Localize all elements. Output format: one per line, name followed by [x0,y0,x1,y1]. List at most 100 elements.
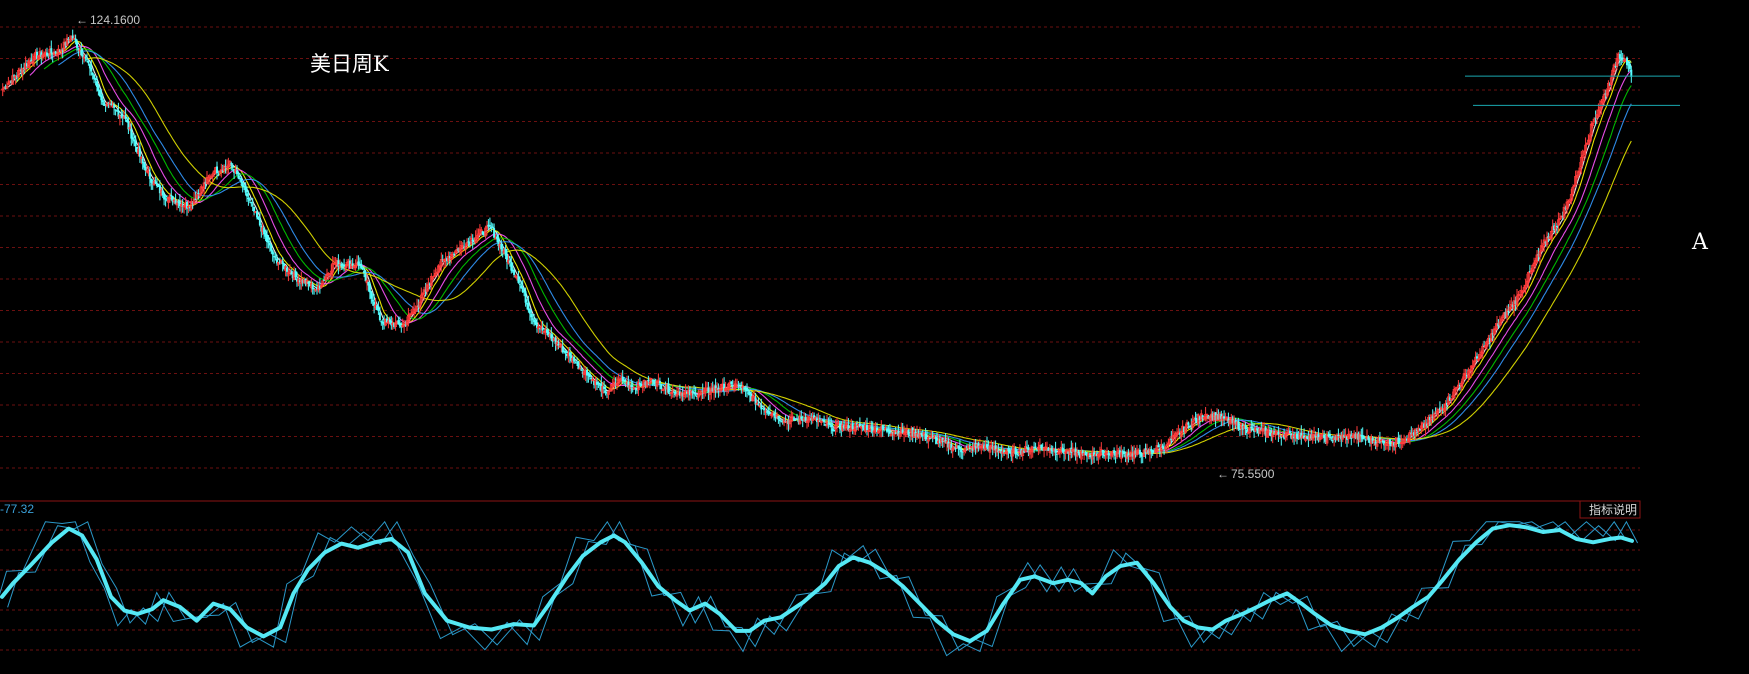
candle-body [833,430,836,431]
candle-body [1084,452,1087,456]
candle-body [1157,445,1160,448]
candle-body [597,383,600,385]
candle-body [534,320,537,325]
candle-body [54,51,57,54]
candle-body [800,416,803,419]
candle-body [851,423,854,430]
candle-body [763,408,766,411]
candle-body [531,318,534,320]
candle-body [194,199,197,201]
candle-body [124,115,127,119]
candle-body [377,308,380,311]
candle-body [1277,432,1280,435]
candle-body [50,48,53,54]
candle-body [286,267,288,272]
candle-body [730,381,733,385]
candle-body [258,219,261,226]
candle-body [707,387,710,393]
candle-body [100,95,103,101]
candle-body [281,261,284,264]
candle-body [1476,356,1478,359]
candle-body [76,41,78,48]
candle-body [1161,445,1164,448]
candle-body [378,312,381,320]
min-price-annotation: ← 75.5500 [1217,467,1275,481]
candle-body [773,413,776,416]
candle-body [1337,434,1340,436]
candle-body [557,344,560,346]
indicator-help-button[interactable]: 指标说明 [1579,500,1641,519]
candle-body [647,379,650,382]
candle-body [580,369,583,371]
candle-body [148,172,151,179]
candle-body [1040,444,1043,448]
candle-body [1034,446,1037,448]
candle-body [87,60,90,64]
candle-body [748,391,751,396]
candle-body [290,272,293,275]
candle-body [253,206,256,212]
candle-body [907,430,910,435]
candle-body [364,274,367,282]
candle-body [110,103,113,105]
candle-body [368,284,371,293]
candle-body [603,386,606,390]
candle-body [360,263,363,268]
candle-body [138,148,141,157]
candle-body [568,352,571,356]
candle-body [777,416,780,420]
candle-body [267,241,270,243]
candle-body [101,100,104,102]
candle-body [1054,449,1057,453]
candle-body [86,58,88,60]
candle-body [398,323,401,327]
candle-body [80,50,83,55]
candle-body [97,85,100,91]
candle-body [244,185,247,193]
candle-body [250,202,253,204]
candle-body [541,327,544,331]
candle-body [691,391,694,393]
candle-body [658,381,661,384]
indicator-help-button-label[interactable]: 指标说明 [1589,502,1637,517]
candle-body [958,447,961,450]
candle-body [766,411,768,413]
candle-body [518,283,521,285]
candle-body [114,109,117,111]
candle-body [1626,57,1628,66]
candle-body [294,270,297,278]
candle-body [1047,448,1050,451]
oscillator-value: -77.32 [0,502,34,516]
candle-body [133,139,136,142]
candle-body [131,137,134,140]
candle-body [270,244,273,251]
candle-body [251,204,254,206]
candle-body [84,56,87,58]
candle-body [1556,225,1558,227]
candle-body [1014,447,1017,455]
candle-body [1507,311,1510,313]
candle-body [154,181,157,184]
candle-body [653,380,656,385]
candle-body [1388,439,1391,445]
candle-body [256,211,258,218]
candle-body [257,216,260,220]
candle-body [271,250,274,255]
candle-body [746,387,748,392]
candle-body [1244,425,1247,429]
candle-body [161,190,164,196]
candle-body [248,198,251,201]
candle-body [527,302,530,311]
candle-body [1223,416,1226,419]
candle-body [928,438,931,440]
candle-body [838,423,841,429]
candle-body [573,357,576,362]
candle-body [517,275,520,283]
candle-body [1331,440,1334,442]
candle-body [488,225,491,227]
candle-body [370,291,373,299]
candle-body [564,350,567,353]
candle-body [490,227,493,229]
candle-body [604,390,607,393]
candle-body [524,291,527,303]
